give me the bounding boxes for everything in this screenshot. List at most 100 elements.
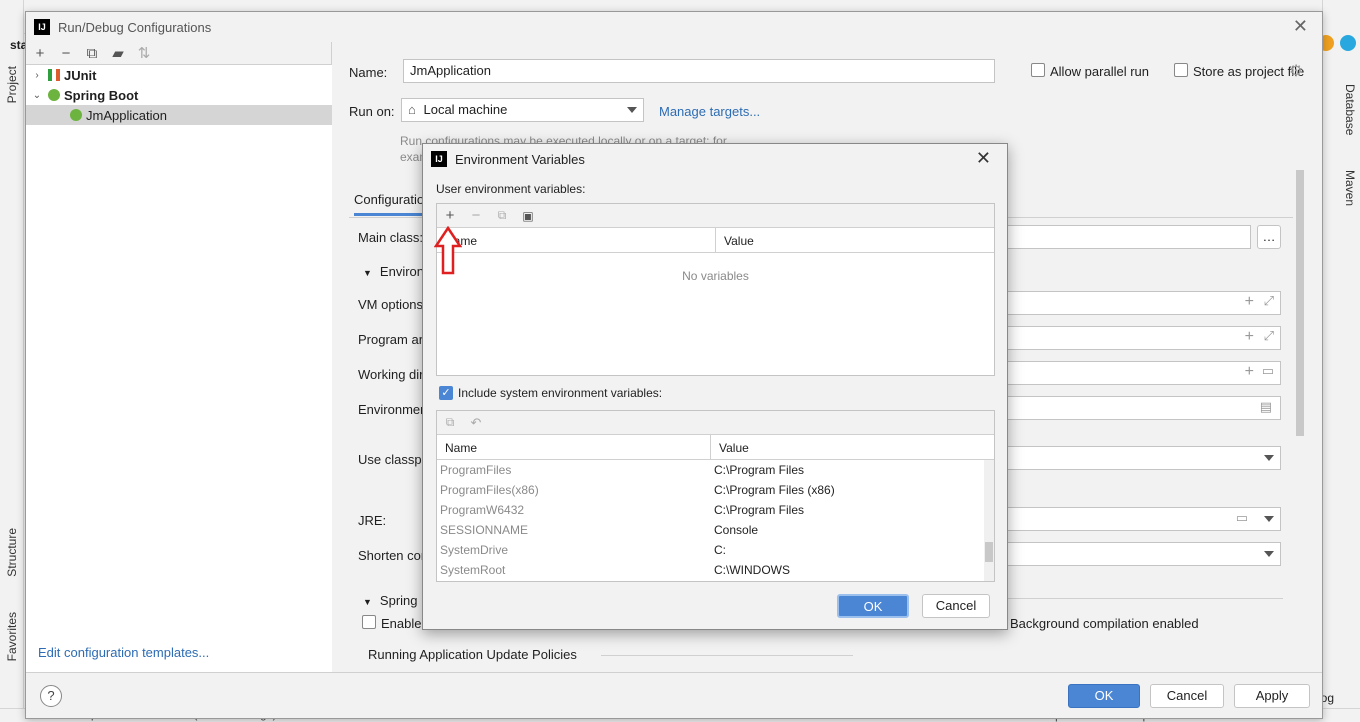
user-vars-label: User environment variables: — [436, 182, 586, 196]
spring-section-toggle[interactable]: ▼ Spring B — [363, 593, 430, 608]
add-icon[interactable]: + — [1245, 363, 1254, 381]
tree-item-label: Spring Boot — [64, 87, 139, 103]
paste-icon[interactable]: ▣ — [521, 209, 535, 223]
use-classpath-combo[interactable] — [1003, 446, 1281, 470]
manage-targets-link[interactable]: Manage targets... — [659, 104, 760, 119]
program-args-field[interactable]: + ⤢ — [1003, 326, 1281, 350]
structure-tab[interactable]: Structure — [5, 528, 19, 577]
folder-icon[interactable]: ▭ — [1262, 363, 1274, 379]
chevron-down-icon — [1264, 516, 1274, 522]
environment-variables-dialog: IJ Environment Variables ✕ User environm… — [422, 143, 1008, 630]
ok-button[interactable]: OK — [837, 594, 909, 618]
dialog-title-bar: IJ Environment Variables — [423, 144, 1007, 174]
document-icon[interactable]: ▤ — [1260, 399, 1272, 415]
dialog-button-bar: ? OK Cancel Apply — [26, 672, 1322, 718]
run-on-label: Run on: — [349, 104, 395, 119]
jre-label: JRE: — [358, 513, 387, 528]
chevron-right-icon[interactable]: › — [30, 70, 44, 81]
add-icon[interactable]: + — [443, 207, 457, 224]
cancel-button[interactable]: Cancel — [922, 594, 990, 618]
copy-icon[interactable]: ⧉ — [495, 208, 509, 223]
chevron-down-icon[interactable]: ⌄ — [30, 90, 44, 101]
toolbox-icon[interactable] — [1340, 35, 1356, 51]
table-row[interactable]: SystemDrive C: — [437, 540, 994, 560]
scrollbar-thumb[interactable] — [1296, 170, 1304, 436]
run-on-value: Local machine — [423, 102, 508, 117]
remove-icon[interactable]: − — [469, 207, 483, 224]
add-icon[interactable]: + — [1245, 328, 1254, 346]
ok-button[interactable]: OK — [1068, 684, 1140, 708]
table-row[interactable]: ProgramW6432 C:\Program Files — [437, 500, 994, 520]
system-vars-scrollbar[interactable] — [984, 460, 994, 581]
favorites-tab[interactable]: Favorites — [5, 612, 19, 661]
environment-field[interactable]: ▤ — [1003, 396, 1281, 420]
add-icon[interactable]: + — [1245, 293, 1254, 311]
user-vars-toolbar: + − ⧉ ▣ — [437, 204, 994, 228]
browse-button[interactable]: … — [1257, 225, 1281, 249]
help-button[interactable]: ? — [40, 685, 62, 707]
tab-configuration[interactable]: Configuratio — [354, 192, 425, 216]
apply-button[interactable]: Apply — [1234, 684, 1310, 708]
run-on-combo[interactable]: ⌂ Local machine — [401, 98, 644, 122]
remove-icon[interactable]: − — [58, 45, 74, 62]
name-field[interactable]: JmApplication — [403, 59, 995, 83]
vm-options-label: VM options: — [358, 297, 427, 312]
vm-options-field[interactable]: + ⤢ — [1003, 291, 1281, 315]
dialog-title-bar: IJ Run/Debug Configurations — [26, 12, 1322, 42]
var-value: C:\Program Files — [714, 463, 805, 477]
table-header: Name Value — [437, 435, 994, 460]
system-vars-body: ProgramFiles C:\Program Files ProgramFile… — [437, 460, 994, 580]
gear-icon[interactable]: ⚙ — [1289, 61, 1303, 81]
include-system-checkbox[interactable]: ✓ — [439, 386, 453, 400]
main-class-field[interactable] — [1003, 225, 1251, 249]
var-name: SystemRoot — [440, 563, 506, 577]
tree-item-junit[interactable]: › JUnit — [26, 65, 332, 85]
store-as-project-checkbox[interactable] — [1174, 63, 1188, 77]
column-header-name[interactable]: Name — [437, 228, 716, 252]
var-value: C:\Program Files (x86) — [714, 483, 835, 497]
name-label: Name: — [349, 65, 388, 80]
var-value: C:\Program Files — [714, 503, 805, 517]
table-row[interactable]: ProgramFiles C:\Program Files — [437, 460, 994, 480]
background-compilation-label: Background compilation enabled — [1010, 616, 1199, 631]
system-vars-toolbar: ⧉ ↶ — [437, 411, 994, 435]
database-tab[interactable]: Database — [1343, 84, 1357, 135]
column-header-value[interactable]: Value — [711, 435, 757, 459]
edit-templates-link[interactable]: Edit configuration templates... — [38, 645, 209, 660]
copy-icon[interactable]: ⧉ — [84, 45, 100, 62]
configurations-pane: + − ⧉ ▰ ⇅ › JUnit ⌄ Spring Boot JmApplic… — [26, 42, 332, 674]
annotation-arrow-icon — [434, 226, 462, 275]
add-icon[interactable]: + — [32, 45, 48, 62]
table-header: Name Value — [437, 228, 994, 253]
cancel-button[interactable]: Cancel — [1150, 684, 1224, 708]
table-row[interactable]: SESSIONNAME Console — [437, 520, 994, 540]
working-dir-field[interactable]: + ▭ — [1003, 361, 1281, 385]
collapse-icon[interactable]: ▼ — [363, 268, 372, 278]
allow-parallel-checkbox[interactable] — [1031, 63, 1045, 77]
shorten-combo[interactable] — [1003, 542, 1281, 566]
expand-icon[interactable]: ⤢ — [1264, 293, 1274, 309]
var-name: ProgramW6432 — [440, 503, 525, 517]
copy-icon[interactable]: ⧉ — [443, 415, 457, 430]
project-tab[interactable]: Project — [5, 66, 19, 103]
folder-icon[interactable]: ▭ — [1236, 510, 1248, 526]
jre-combo[interactable]: ▭ — [1003, 507, 1281, 531]
collapse-icon[interactable]: ▼ — [363, 597, 372, 607]
undo-icon[interactable]: ↶ — [469, 415, 483, 431]
table-row[interactable]: SystemRoot C:\WINDOWS — [437, 560, 994, 580]
close-icon[interactable]: ✕ — [976, 148, 991, 169]
folder-icon[interactable]: ▰ — [110, 44, 126, 62]
column-header-value[interactable]: Value — [716, 228, 762, 252]
enable-checkbox[interactable] — [362, 615, 376, 629]
column-header-name[interactable]: Name — [437, 435, 711, 459]
tree-item-spring-boot[interactable]: ⌄ Spring Boot — [26, 85, 332, 105]
maven-tab[interactable]: Maven — [1343, 170, 1357, 206]
table-row[interactable]: ProgramFiles(x86) C:\Program Files (x86) — [437, 480, 994, 500]
expand-icon[interactable]: ⤢ — [1264, 328, 1274, 344]
close-icon[interactable]: ✕ — [1293, 16, 1308, 37]
tree-item-jmapplication[interactable]: JmApplication — [26, 105, 332, 125]
sort-icon[interactable]: ⇅ — [136, 44, 152, 62]
var-name: SESSIONNAME — [440, 523, 529, 537]
scrollbar-thumb[interactable] — [985, 542, 993, 562]
form-scrollbar[interactable] — [1295, 170, 1305, 670]
